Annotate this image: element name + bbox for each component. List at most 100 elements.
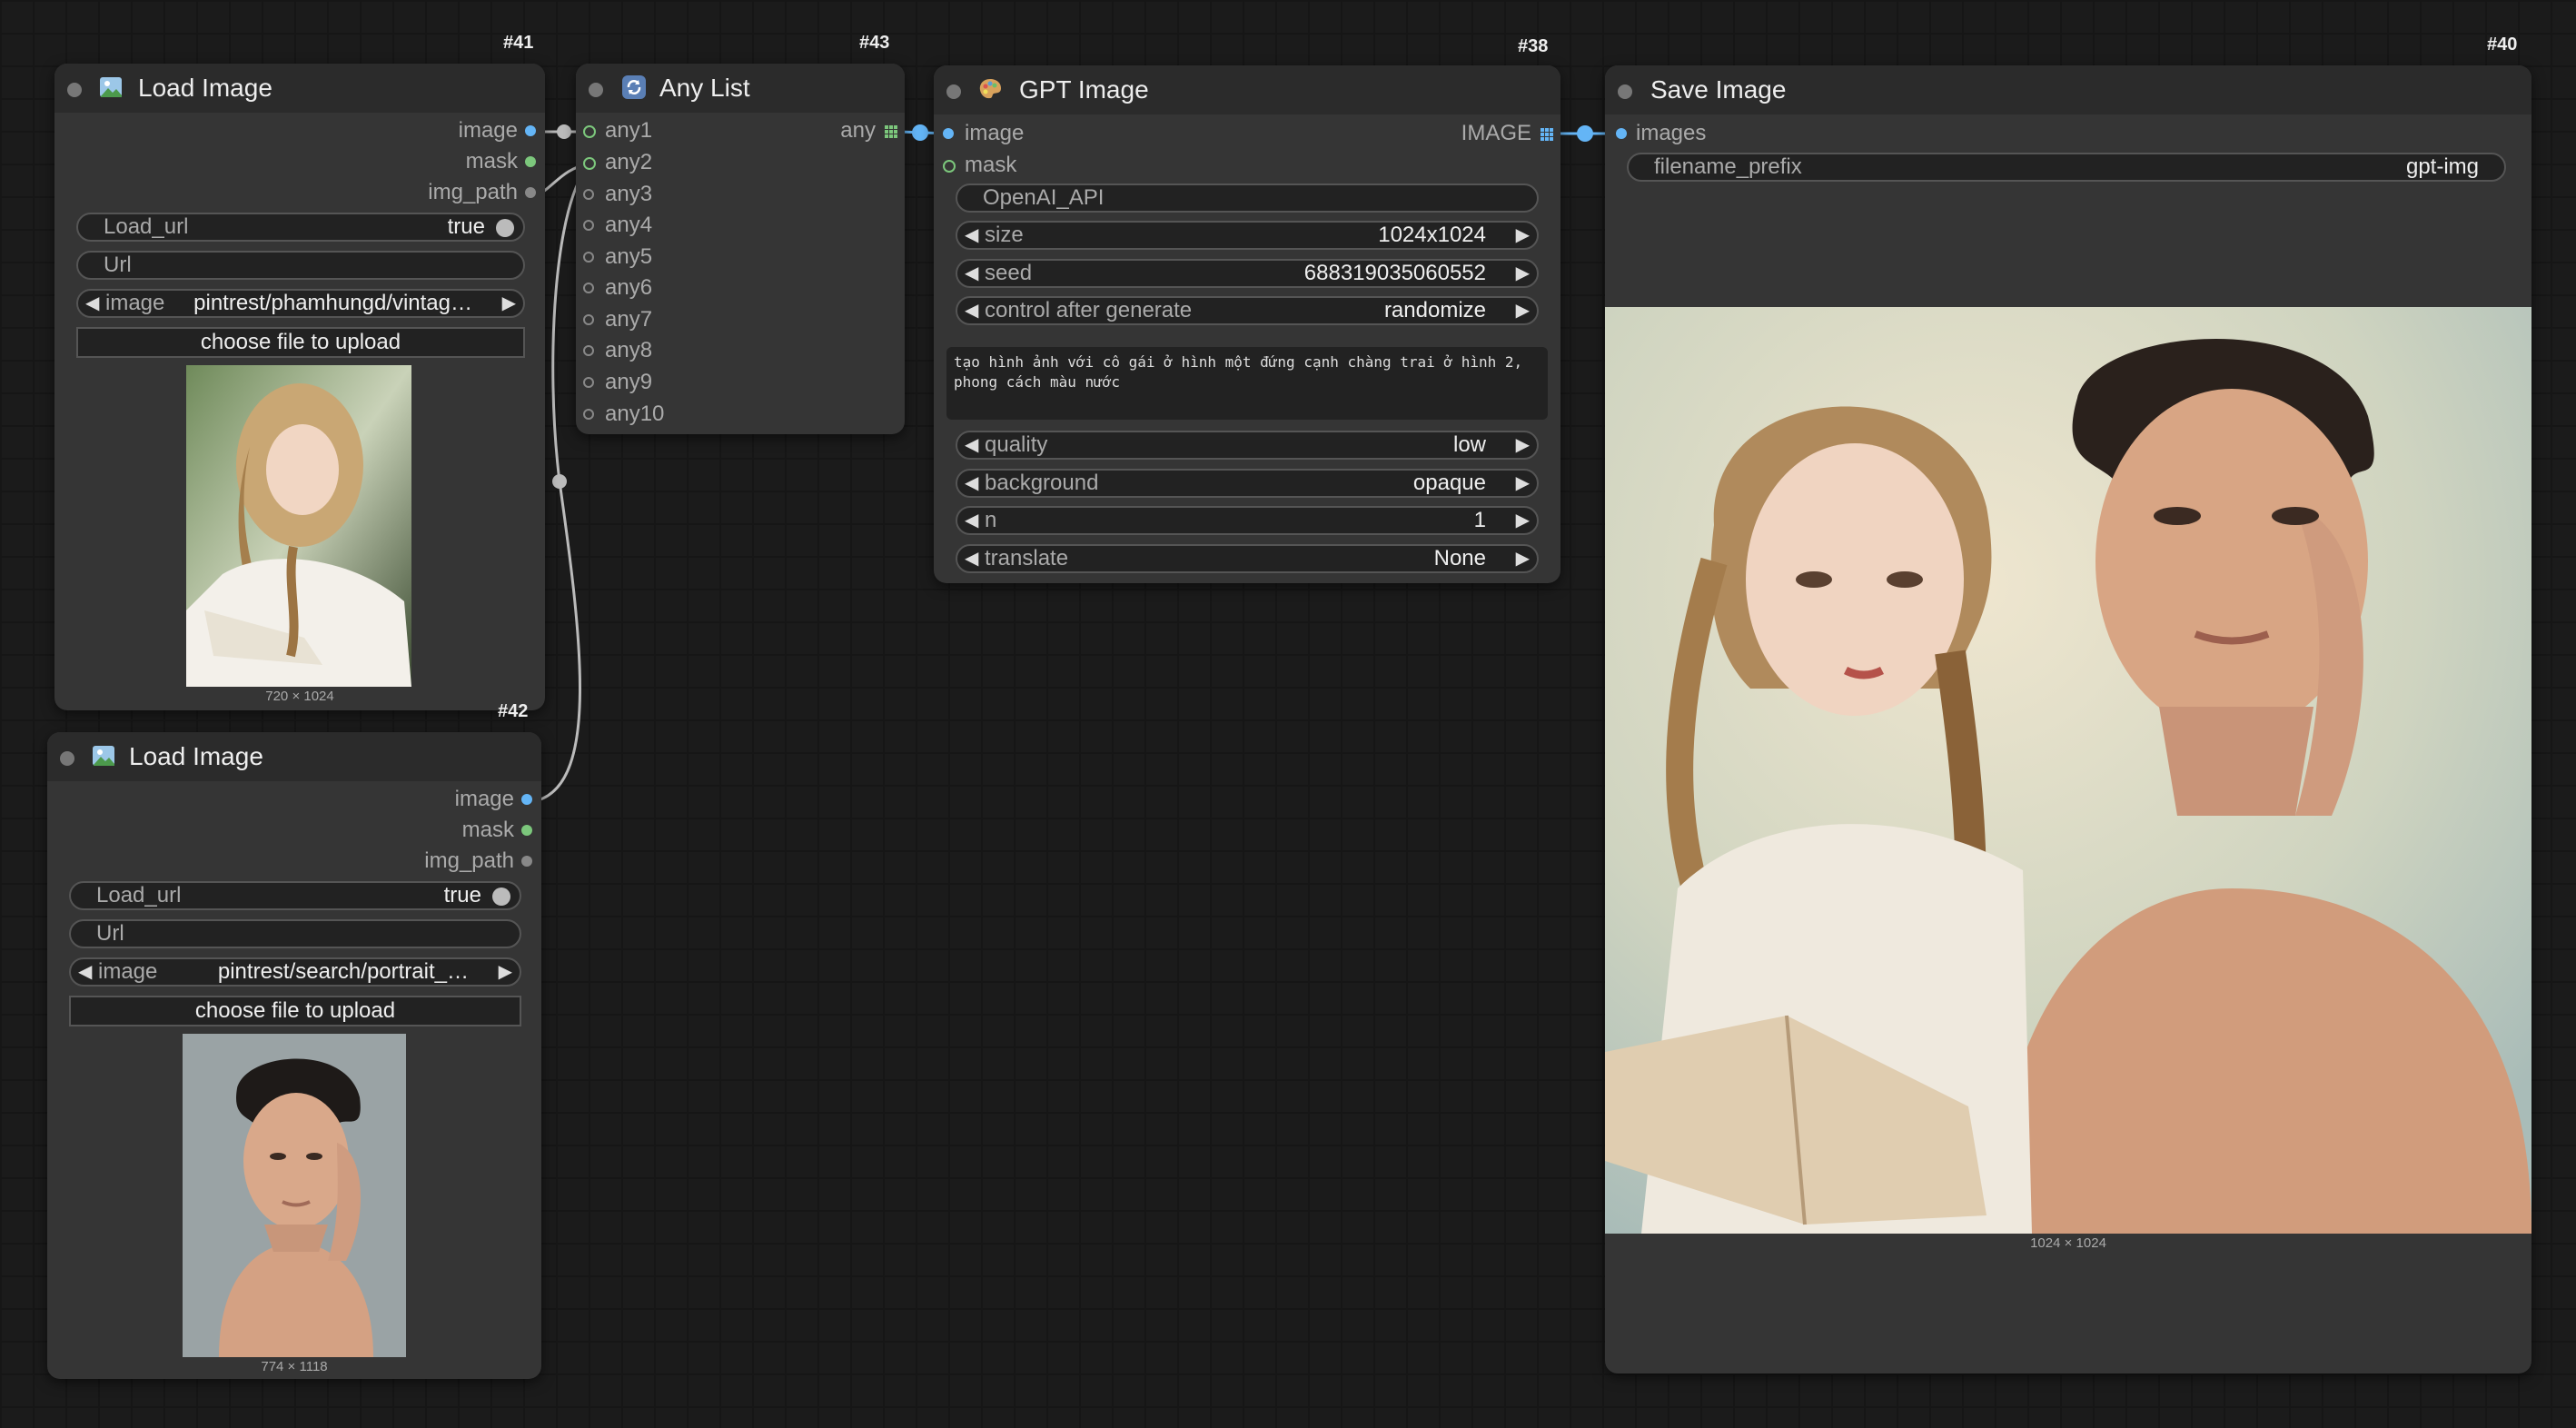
api-input[interactable]: OpenAI_API <box>956 183 1539 213</box>
load-image-node-2[interactable]: Load Image image mask img_path Load_url … <box>47 732 541 1379</box>
image-select[interactable]: ◀ image pintrest/search/portrait_… ▶ <box>69 957 521 987</box>
node-status-dot[interactable] <box>60 751 74 766</box>
input-any2-slot[interactable] <box>583 157 596 170</box>
arrow-right-icon[interactable]: ▶ <box>1516 432 1530 458</box>
node-id-40: #40 <box>2487 35 2518 55</box>
node-title: Any List <box>659 74 750 102</box>
translate-select[interactable]: ◀ translate None ▶ <box>956 544 1539 573</box>
save-image-node[interactable]: Save Image images filename_prefix gpt-im… <box>1605 65 2531 1373</box>
arrow-right-icon[interactable]: ▶ <box>1516 508 1530 533</box>
image-select[interactable]: ◀ image pintrest/phamhungd/vintag… ▶ <box>76 289 525 318</box>
load-url-toggle[interactable]: Load_url true <box>76 213 525 242</box>
input-any10-slot[interactable] <box>583 409 594 420</box>
girl-portrait-graphic <box>186 365 411 687</box>
api-label: OpenAI_API <box>983 185 1105 210</box>
size-label: size <box>985 223 1024 247</box>
n-input[interactable]: ◀ n 1 ▶ <box>956 506 1539 535</box>
load-url-label: Load_url <box>104 214 189 239</box>
node-title: Load Image <box>138 74 272 102</box>
arrow-left-icon[interactable]: ◀ <box>965 432 978 458</box>
control-after-generate-select[interactable]: ◀ control after generate randomize ▶ <box>956 296 1539 325</box>
arrow-left-icon[interactable]: ◀ <box>85 291 99 316</box>
input-any10-label: any10 <box>605 402 665 426</box>
input-any1-slot[interactable] <box>583 125 596 138</box>
node-id-42: #42 <box>498 701 529 721</box>
node-status-dot[interactable] <box>1618 84 1632 99</box>
output-img-path-slot[interactable] <box>525 187 536 198</box>
n-value: 1 <box>1473 508 1486 532</box>
list-output-icon[interactable] <box>1541 128 1553 141</box>
quality-value: low <box>1452 432 1486 457</box>
output-any-label: any <box>840 118 876 143</box>
seed-input[interactable]: ◀ seed 688319035060552 ▶ <box>956 259 1539 288</box>
node-header[interactable]: Load Image <box>54 64 545 113</box>
input-any7-slot[interactable] <box>583 314 594 325</box>
generated-image <box>1605 307 2531 1234</box>
input-any6-label: any6 <box>605 275 653 300</box>
input-image-slot[interactable] <box>943 128 954 139</box>
input-any8-slot[interactable] <box>583 345 594 356</box>
node-header[interactable]: Save Image <box>1605 65 2531 114</box>
load-image-node-1[interactable]: Load Image image mask img_path Load_url … <box>54 64 545 710</box>
arrow-right-icon[interactable]: ▶ <box>1516 546 1530 571</box>
arrow-right-icon[interactable]: ▶ <box>1516 261 1530 286</box>
arrow-left-icon[interactable]: ◀ <box>965 508 978 533</box>
output-image-slot[interactable] <box>521 794 532 805</box>
arrow-left-icon[interactable]: ◀ <box>78 959 92 985</box>
gpt-image-node[interactable]: GPT Image image mask IMAGE OpenAI_API ◀ … <box>934 65 1560 583</box>
input-any2-label: any2 <box>605 150 653 174</box>
node-id-41: #41 <box>503 33 534 53</box>
image-select-value: pintrest/search/portrait_… <box>217 959 469 984</box>
output-mask-slot[interactable] <box>521 825 532 836</box>
translate-label: translate <box>985 546 1069 570</box>
output-image-slot[interactable] <box>525 125 536 136</box>
input-any4-slot[interactable] <box>583 220 594 231</box>
size-select[interactable]: ◀ size 1024x1024 ▶ <box>956 221 1539 250</box>
arrow-right-icon[interactable]: ▶ <box>502 291 516 316</box>
arrow-right-icon[interactable]: ▶ <box>1516 298 1530 323</box>
arrow-left-icon[interactable]: ◀ <box>965 298 978 323</box>
node-header[interactable]: GPT Image <box>934 65 1560 114</box>
url-field[interactable]: Url <box>76 251 525 280</box>
input-mask-slot[interactable] <box>943 160 956 173</box>
arrow-right-icon[interactable]: ▶ <box>1516 471 1530 496</box>
node-status-dot[interactable] <box>589 83 603 97</box>
load-url-toggle[interactable]: Load_url true <box>69 881 521 910</box>
node-status-dot[interactable] <box>946 84 961 99</box>
arrow-left-icon[interactable]: ◀ <box>965 471 978 496</box>
image-select-label: image <box>105 291 165 315</box>
url-field[interactable]: Url <box>69 919 521 948</box>
input-image-label: image <box>965 121 1025 145</box>
node-header[interactable]: Load Image <box>47 732 541 781</box>
output-mask-label: mask <box>461 818 514 842</box>
any-list-node[interactable]: Any List any1 any2 any3 any4 any5 any6 a… <box>576 64 905 434</box>
arrow-right-icon[interactable]: ▶ <box>499 959 512 985</box>
arrow-right-icon[interactable]: ▶ <box>1516 223 1530 248</box>
input-images-slot[interactable] <box>1616 128 1627 139</box>
output-img-path-slot[interactable] <box>521 856 532 867</box>
arrow-left-icon[interactable]: ◀ <box>965 546 978 571</box>
input-any6-slot[interactable] <box>583 283 594 293</box>
output-mask-slot[interactable] <box>525 156 536 167</box>
input-any9-slot[interactable] <box>583 377 594 388</box>
choose-file-button[interactable]: choose file to upload <box>69 996 521 1026</box>
prompt-textarea[interactable]: tạo hình ảnh với cô gái ở hình một đứng … <box>946 347 1548 420</box>
choose-file-button[interactable]: choose file to upload <box>76 327 525 358</box>
background-select[interactable]: ◀ background opaque ▶ <box>956 469 1539 498</box>
input-images-label: images <box>1636 121 1707 145</box>
input-any3-slot[interactable] <box>583 189 594 200</box>
list-output-icon[interactable] <box>885 125 897 138</box>
node-title: Load Image <box>129 742 263 770</box>
filename-prefix-input[interactable]: filename_prefix gpt-img <box>1627 153 2506 182</box>
refresh-icon <box>622 75 646 99</box>
node-id-38: #38 <box>1518 36 1549 56</box>
arrow-left-icon[interactable]: ◀ <box>965 223 978 248</box>
input-any5-slot[interactable] <box>583 252 594 263</box>
node-status-dot[interactable] <box>67 83 82 97</box>
quality-select[interactable]: ◀ quality low ▶ <box>956 431 1539 460</box>
node-header[interactable]: Any List <box>576 64 905 113</box>
url-label: Url <box>96 921 124 946</box>
url-label: Url <box>104 253 132 277</box>
arrow-left-icon[interactable]: ◀ <box>965 261 978 286</box>
man-portrait-graphic <box>183 1034 406 1357</box>
